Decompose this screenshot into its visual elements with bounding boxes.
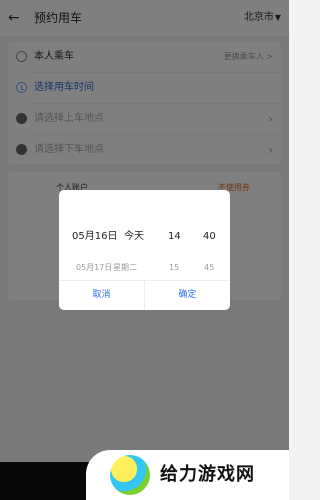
picker-day-next[interactable]: 星期二 — [113, 261, 137, 275]
picker-date-next[interactable]: 05月17日 — [76, 261, 112, 275]
picker-day-selected[interactable]: 今天 — [124, 230, 144, 244]
watermark-text: 给力游戏网 — [160, 464, 255, 485]
watermark: 给力游戏网 — [86, 450, 289, 500]
picker-date-selected[interactable]: 05月16日 — [72, 230, 117, 244]
logo-icon — [110, 455, 150, 495]
picker-hour-selected[interactable]: 14 — [168, 230, 181, 244]
picker-minute-next[interactable]: 45 — [204, 261, 214, 275]
confirm-button[interactable]: 确定 — [145, 281, 230, 310]
picker-hour-next[interactable]: 15 — [169, 261, 179, 275]
time-picker-dialog: 05月16日 今天 14 40 05月17日 星期二 15 45 取消 确定 — [59, 190, 230, 310]
cancel-button[interactable]: 取消 — [59, 281, 144, 310]
picker-minute-selected[interactable]: 40 — [203, 230, 216, 244]
